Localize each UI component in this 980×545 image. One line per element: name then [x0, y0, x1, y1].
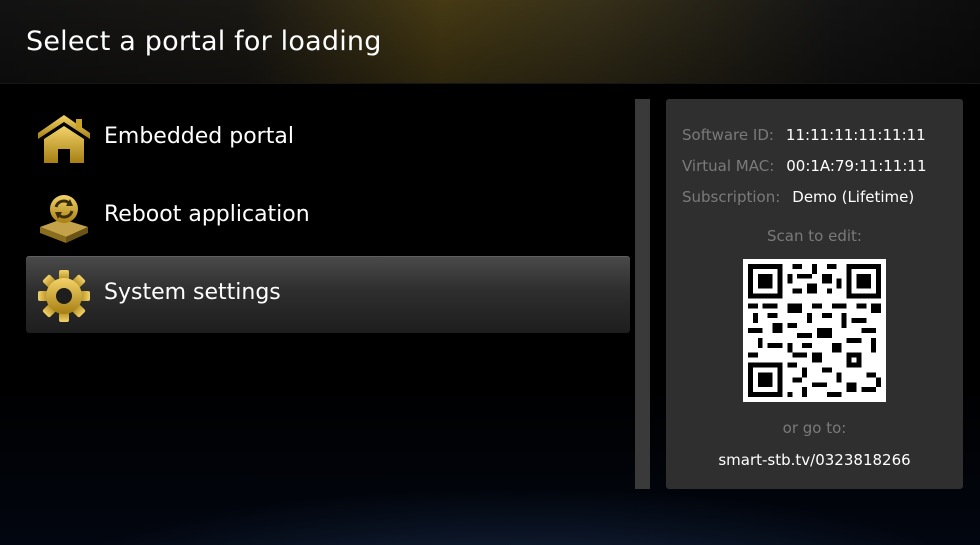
home-icon — [38, 115, 90, 163]
menu-item-label: Embedded portal — [104, 124, 294, 149]
subscription-value: Demo (Lifetime) — [792, 188, 915, 206]
reboot-device-icon — [40, 195, 88, 243]
portal-menu: Embedded portal Reboot application Syste… — [26, 100, 630, 334]
edit-url-link[interactable]: smart-stb.tv/0323818266 — [666, 451, 963, 469]
software-id-value: 11:11:11:11:11:11 — [785, 126, 926, 144]
device-info-panel: Software ID: 11:11:11:11:11:11 Virtual MA… — [666, 99, 963, 489]
menu-item-reboot-application[interactable]: Reboot application — [26, 178, 630, 255]
virtual-mac-row: Virtual MAC: 00:1A:79:11:11:11 — [682, 157, 927, 175]
gear-icon — [38, 270, 90, 322]
page-title: Select a portal for loading — [26, 26, 382, 57]
subscription-label: Subscription: — [682, 188, 781, 206]
qr-code — [743, 259, 886, 402]
scrollbar[interactable] — [635, 99, 650, 489]
virtual-mac-value: 00:1A:79:11:11:11 — [786, 157, 927, 175]
virtual-mac-label: Virtual MAC: — [682, 157, 775, 175]
or-go-to-text: or go to: — [782, 419, 847, 437]
menu-item-label: Reboot application — [104, 202, 310, 227]
software-id-row: Software ID: 11:11:11:11:11:11 — [682, 126, 926, 144]
menu-item-embedded-portal[interactable]: Embedded portal — [26, 100, 630, 177]
scan-to-edit-text: Scan to edit: — [767, 227, 862, 245]
software-id-label: Software ID: — [682, 126, 774, 144]
menu-item-system-settings[interactable]: System settings — [26, 256, 630, 333]
subscription-row: Subscription: Demo (Lifetime) — [682, 188, 914, 206]
menu-item-label: System settings — [104, 280, 281, 305]
